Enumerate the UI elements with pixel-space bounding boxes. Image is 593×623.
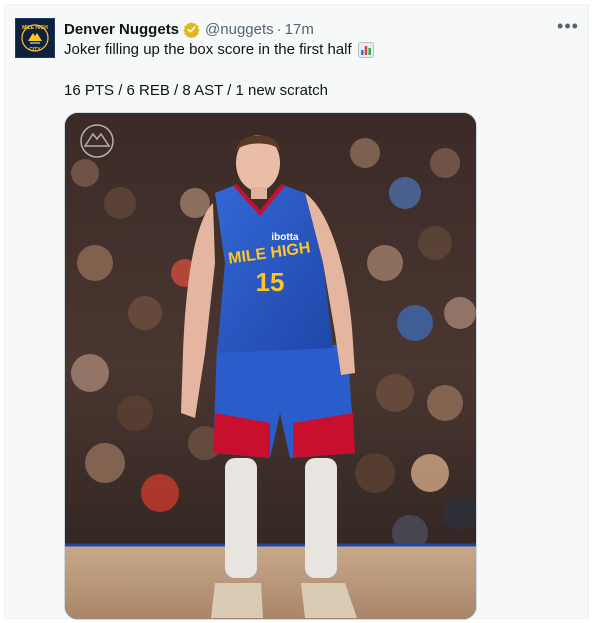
author-name[interactable]: Denver Nuggets	[64, 21, 179, 38]
verified-badge-icon	[183, 21, 200, 38]
jersey-number: 15	[256, 267, 285, 297]
tweet-card[interactable]: MILE HIGH CITY Denver Nuggets @nuggets ·…	[4, 4, 589, 620]
player-photo: ibotta MILE HIGH 15	[65, 113, 476, 619]
avatar[interactable]: MILE HIGH CITY	[15, 18, 55, 58]
separator-dot: ·	[276, 20, 282, 38]
timestamp[interactable]: 17m	[285, 21, 314, 38]
tweet-text: Joker filling up the box score in the fi…	[64, 41, 352, 58]
stats-line: 16 PTS / 6 REB / 8 AST / 1 new scratch	[64, 82, 329, 99]
tweet-header: Denver Nuggets @nuggets · 17m	[64, 19, 314, 39]
svg-text:CITY: CITY	[29, 47, 41, 53]
author-handle[interactable]: @nuggets	[205, 21, 274, 38]
nuggets-logo: MILE HIGH CITY	[16, 19, 54, 57]
more-options-icon[interactable]: •••	[556, 17, 580, 37]
tweet-text-line: Joker filling up the box score in the fi…	[64, 41, 374, 58]
bar-chart-emoji-icon	[357, 41, 374, 58]
tweet-photo[interactable]: ibotta MILE HIGH 15	[64, 112, 477, 620]
svg-text:MILE HIGH: MILE HIGH	[22, 25, 48, 31]
